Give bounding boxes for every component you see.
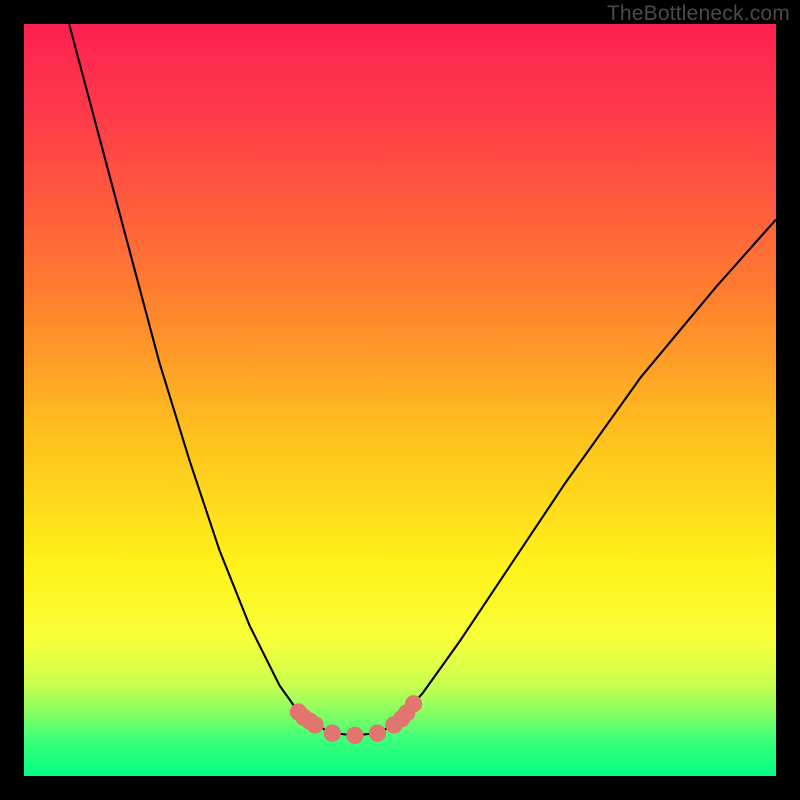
trough-marker-dot — [346, 727, 363, 744]
bottleneck-curve — [69, 24, 776, 735]
watermark-text: TheBottleneck.com — [607, 2, 790, 26]
trough-markers — [290, 695, 422, 744]
trough-marker-dot — [306, 716, 323, 733]
chart-frame — [24, 24, 776, 776]
curve-layer — [24, 24, 776, 776]
trough-marker-dot — [324, 724, 341, 741]
trough-marker-dot — [369, 724, 386, 741]
trough-marker-dot — [405, 695, 422, 712]
